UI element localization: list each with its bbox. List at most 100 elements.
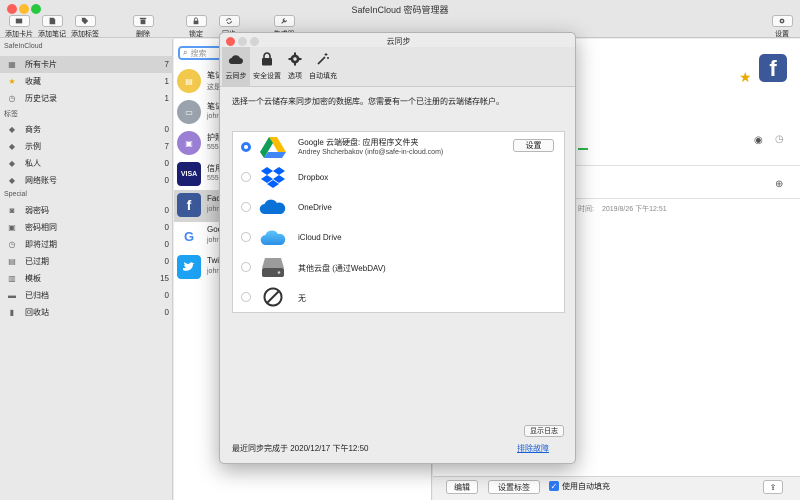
sidebar-item-label: 已过期	[25, 257, 49, 266]
clock-icon: ◷	[8, 240, 16, 249]
sidebar-item-label: 历史记录	[25, 94, 57, 103]
autofill-checkbox[interactable]: ✓	[549, 481, 559, 491]
sidebar-item-count: 0	[164, 125, 169, 134]
sidebar-item-label: 模板	[25, 274, 41, 283]
settings-button[interactable]: 设置	[767, 15, 797, 39]
show-log-button[interactable]: 显示日志	[524, 425, 564, 437]
tag-icon: ◆	[8, 159, 16, 168]
trash-icon: ▮	[9, 308, 15, 317]
sidebar-item-count: 7	[164, 142, 169, 151]
tag-icon: ◆	[8, 125, 16, 134]
tab-options[interactable]: 选项	[284, 47, 306, 87]
cloud-provider-list: Google 云端硬盘: 应用程序文件夹 Andrey Shcherbakov …	[232, 131, 565, 313]
sidebar-item-business[interactable]: ◆ 商务 0	[0, 121, 173, 138]
gear-icon	[288, 52, 302, 66]
cloud-icon	[228, 54, 243, 64]
sidebar-item-weak-passwords[interactable]: ◙ 弱密码 0	[0, 202, 173, 219]
favorite-star-icon[interactable]: ★	[739, 69, 752, 86]
provider-onedrive[interactable]: OneDrive	[233, 192, 566, 222]
sidebar-item-expired[interactable]: ▤ 已过期 0	[0, 253, 173, 270]
list-item-subtitle: 555	[207, 144, 219, 151]
divider	[576, 198, 800, 199]
sidebar-item-count: 1	[164, 77, 169, 86]
provider-google-drive[interactable]: Google 云端硬盘: 应用程序文件夹 Andrey Shcherbakov …	[233, 132, 566, 162]
tab-autofill[interactable]: 自动填充	[307, 47, 339, 87]
provider-webdav[interactable]: 其他云盘 (通过WebDAV)	[233, 252, 566, 282]
tab-label: 自动填充	[309, 73, 337, 80]
sidebar-item-label: 密码相同	[25, 223, 57, 232]
edit-button[interactable]: 编辑	[446, 480, 478, 494]
last-sync-status: 最近同步完成于 2020/12/17 下午12:50	[232, 444, 369, 453]
delete-button[interactable]: 删除	[128, 15, 158, 39]
password-history-icon[interactable]: ◷	[775, 134, 784, 145]
sync-icon	[226, 18, 232, 24]
add-card-button[interactable]: 添加卡片	[4, 15, 34, 39]
provider-radio[interactable]	[241, 142, 251, 152]
globe-icon[interactable]: ⊕	[775, 179, 783, 190]
sidebar-item-private[interactable]: ◆ 私人 0	[0, 155, 173, 172]
provider-radio[interactable]	[241, 262, 251, 272]
provider-dropbox[interactable]: Dropbox	[233, 162, 566, 192]
sidebar-item-expiring[interactable]: ◷ 即将过期 0	[0, 236, 173, 253]
share-button[interactable]: ⇪	[763, 480, 783, 494]
sidebar-item-duplicate-passwords[interactable]: ▣ 密码相同 0	[0, 219, 173, 236]
provider-settings-button[interactable]: 设置	[513, 139, 554, 152]
sidebar-header: SafeInCloud	[4, 43, 43, 50]
provider-none[interactable]: 无	[233, 282, 566, 312]
modified-value: 2019/8/26 下午12:51	[602, 206, 667, 213]
sidebar-labels-header: 标签	[4, 111, 18, 118]
facebook-logo-icon: f	[759, 54, 787, 82]
provider-radio[interactable]	[241, 202, 251, 212]
sidebar-item-web-accounts[interactable]: ◆ 网络账号 0	[0, 172, 173, 189]
sidebar-item-favorites[interactable]: ★ 收藏 1	[0, 73, 173, 90]
provider-name: Dropbox	[298, 173, 329, 182]
eye-icon[interactable]: ◉	[754, 135, 763, 146]
delete-label: 删除	[136, 31, 150, 38]
folder-icon: ▬	[8, 291, 16, 300]
tab-cloud-sync[interactable]: 云同步	[222, 47, 250, 87]
provider-name: Google 云端硬盘: 应用程序文件夹	[298, 138, 419, 147]
template-icon: ▥	[8, 274, 16, 283]
visa-icon: VISA	[177, 162, 201, 186]
note-icon: ▤	[177, 69, 201, 93]
sidebar-item-label: 已归档	[25, 291, 49, 300]
facebook-icon: f	[177, 193, 201, 217]
provider-icloud[interactable]: iCloud Drive	[233, 222, 566, 252]
sidebar-item-count: 0	[164, 240, 169, 249]
copy-icon: ▣	[8, 223, 16, 232]
card-icon	[15, 18, 23, 24]
sidebar-item-all-cards[interactable]: ▦ 所有卡片 7	[0, 56, 173, 73]
tag-icon: ◆	[8, 176, 16, 185]
sidebar-item-history[interactable]: ◷ 历史记录 1	[0, 90, 173, 107]
provider-radio[interactable]	[241, 172, 251, 182]
add-card-label: 添加卡片	[5, 31, 33, 38]
sidebar-item-count: 0	[164, 176, 169, 185]
lock-button[interactable]: 锁定	[181, 15, 211, 39]
tab-label: 云同步	[225, 73, 247, 80]
add-label-button[interactable]: 添加标签	[70, 15, 100, 39]
sidebar-item-label: 示例	[25, 142, 41, 151]
dropbox-icon	[259, 165, 287, 189]
provider-name: iCloud Drive	[298, 233, 342, 242]
troubleshoot-link[interactable]: 排除故障	[517, 443, 549, 454]
tag-icon	[81, 17, 89, 25]
note-icon	[49, 17, 56, 25]
sidebar-item-examples[interactable]: ◆ 示例 7	[0, 138, 173, 155]
google-drive-icon	[259, 135, 287, 159]
sidebar-item-templates[interactable]: ▥ 模板 15	[0, 270, 173, 287]
provider-radio[interactable]	[241, 232, 251, 242]
list-item-title: Twi	[207, 256, 219, 265]
set-labels-button[interactable]: 设置标签	[488, 480, 540, 494]
sidebar-item-count: 1	[164, 94, 169, 103]
add-note-button[interactable]: 添加笔记	[37, 15, 67, 39]
sidebar-special-header: Special	[4, 191, 27, 198]
tab-security[interactable]: 安全设置	[251, 47, 283, 87]
provider-radio[interactable]	[241, 292, 251, 302]
dialog-prompt: 选择一个云储存来同步加密的数据库。您需要有一个已注册的云端储存帐户。	[232, 97, 504, 106]
wrench-icon	[281, 18, 287, 24]
sidebar-item-label: 所有卡片	[25, 60, 57, 69]
grid-icon: ▦	[8, 60, 16, 69]
password-strength-bar	[578, 148, 588, 150]
sidebar-item-archived[interactable]: ▬ 已归档 0	[0, 287, 173, 304]
sidebar-item-trash[interactable]: ▮ 回收站 0	[0, 304, 173, 321]
